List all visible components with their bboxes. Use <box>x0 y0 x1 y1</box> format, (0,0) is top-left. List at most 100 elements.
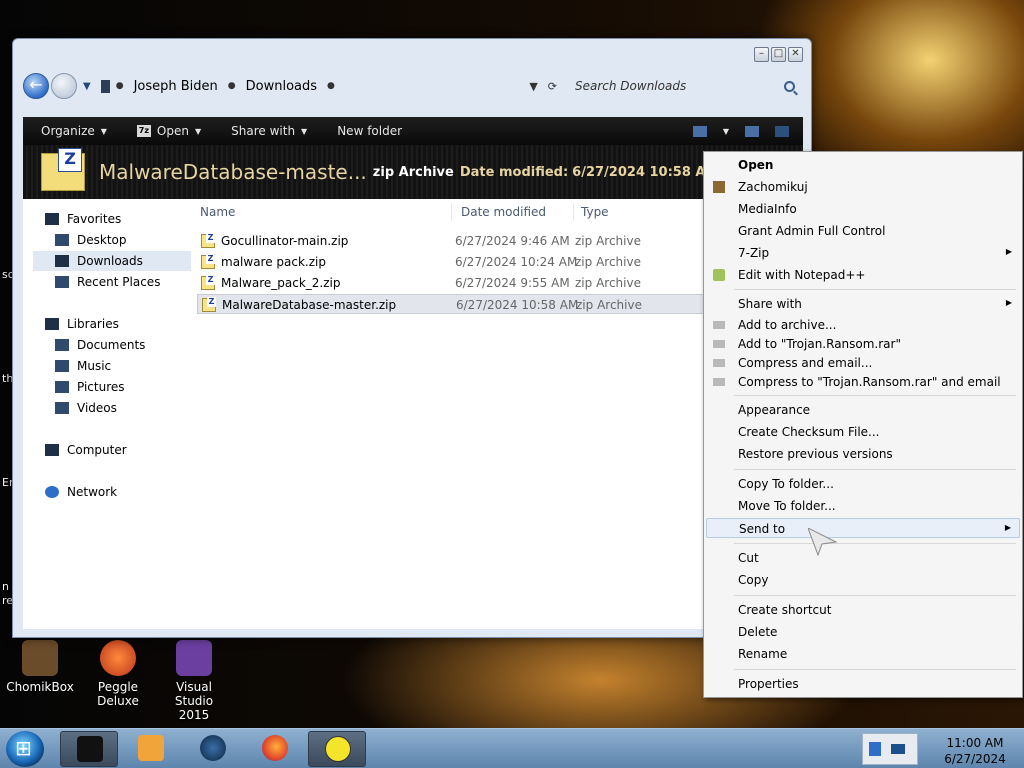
taskbar-app-smiley[interactable] <box>308 731 366 767</box>
nav-libraries[interactable]: Libraries <box>45 314 119 334</box>
menu-item-7zip[interactable]: 7-Zip ▶ <box>706 243 1020 263</box>
menu-separator <box>734 543 1016 544</box>
menu-item-properties[interactable]: Properties <box>706 674 1020 694</box>
minimize-button[interactable]: – <box>754 47 769 62</box>
new-folder-button[interactable]: New folder <box>319 124 414 138</box>
back-button[interactable]: ← <box>23 73 49 99</box>
notification-tray[interactable] <box>862 733 918 765</box>
breadcrumb-separator-icon[interactable]: ● <box>327 81 335 91</box>
preview-pane-icon[interactable] <box>745 125 759 137</box>
start-button[interactable] <box>6 731 44 767</box>
menu-item-open[interactable]: Open <box>706 155 1020 175</box>
nav-downloads[interactable]: Downloads <box>33 251 191 271</box>
menu-item-mediainfo[interactable]: MediaInfo <box>706 199 1020 219</box>
tray-app-icon[interactable] <box>869 742 881 756</box>
nav-computer[interactable]: Computer <box>45 440 127 460</box>
menu-item-restore-versions[interactable]: Restore previous versions <box>706 444 1020 464</box>
chevron-down-icon: ▼ <box>301 126 308 136</box>
nav-pictures[interactable]: Pictures <box>55 377 125 397</box>
open-button[interactable]: 7z Open ▼ <box>119 124 213 138</box>
desktop-icon-label: ChomikBox <box>6 680 74 694</box>
menu-item-copy[interactable]: Copy <box>706 570 1020 590</box>
taskbar-app-globe[interactable] <box>184 731 242 767</box>
menu-item-notepadpp[interactable]: Edit with Notepad++ <box>706 265 1020 285</box>
selected-file-name: MalwareDatabase-maste... <box>99 160 367 184</box>
breadcrumb-separator-icon[interactable]: ● <box>228 81 236 91</box>
nav-documents[interactable]: Documents <box>55 335 145 355</box>
nav-videos[interactable]: Videos <box>55 398 117 418</box>
zip-file-icon <box>201 233 215 248</box>
visual-studio-icon <box>176 640 212 676</box>
menu-item-appearance[interactable]: Appearance <box>706 400 1020 420</box>
nav-desktop[interactable]: Desktop <box>55 230 127 250</box>
column-header-type[interactable]: Type <box>581 205 609 223</box>
location-icon <box>100 79 110 93</box>
address-tools: ▼ ⟳ <box>529 80 557 93</box>
music-icon <box>55 360 69 372</box>
organize-button[interactable]: Organize ▼ <box>23 124 119 138</box>
clock-time: 11:00 AM <box>946 736 1004 750</box>
breadcrumb-separator-icon[interactable]: ● <box>116 81 124 91</box>
address-bar[interactable]: ● Joseph Biden ● Downloads ● <box>95 73 530 99</box>
change-view-icon[interactable] <box>692 125 707 137</box>
column-separator[interactable] <box>451 203 452 221</box>
address-dropdown-icon[interactable]: ▼ <box>529 80 537 93</box>
recent-pages-chevron-icon[interactable]: ▼ <box>83 81 91 92</box>
menu-item-cut[interactable]: Cut <box>706 548 1020 568</box>
help-icon[interactable] <box>775 125 789 137</box>
nav-music[interactable]: Music <box>55 356 111 376</box>
maximize-button[interactable]: □ <box>771 47 786 62</box>
menu-item-rename[interactable]: Rename <box>706 644 1020 664</box>
refresh-icon[interactable]: ⟳ <box>548 80 557 93</box>
nav-label: Network <box>67 485 118 499</box>
menu-item-add-to-archive[interactable]: Add to archive... <box>706 315 1020 335</box>
nav-recent-places[interactable]: Recent Places <box>55 272 160 292</box>
system-clock[interactable]: 11:00 AM 6/27/2024 <box>930 735 1020 767</box>
share-with-button[interactable]: Share with ▼ <box>213 124 319 138</box>
menu-item-share-with[interactable]: Share with ▶ <box>706 294 1020 314</box>
smiley-icon <box>325 736 351 762</box>
search-icon[interactable] <box>784 80 795 92</box>
taskbar-app-explorer[interactable] <box>60 731 118 767</box>
breadcrumb-downloads[interactable]: Downloads <box>246 79 317 94</box>
submenu-arrow-icon: ▶ <box>1004 523 1011 532</box>
column-separator[interactable] <box>573 203 574 221</box>
nav-favorites[interactable]: Favorites <box>45 209 121 229</box>
menu-item-move-to-folder[interactable]: Move To folder... <box>706 496 1020 516</box>
menu-item-copy-to-folder[interactable]: Copy To folder... <box>706 474 1020 494</box>
desktop-icon-visual-studio[interactable]: Visual Studio 2015 <box>158 640 230 722</box>
column-header-date[interactable]: Date modified <box>461 205 546 223</box>
desktop-icon-peggle[interactable]: Peggle Deluxe <box>82 640 154 708</box>
taskbar-app-media-player[interactable] <box>122 731 180 767</box>
7zip-icon: 7z <box>136 125 151 137</box>
menu-item-send-to[interactable]: Send to ▶ <box>706 518 1020 538</box>
menu-item-compress-trojan-email[interactable]: Compress to "Trojan.Ransom.rar" and emai… <box>706 372 1020 392</box>
file-name: Malware_pack_2.zip <box>221 276 341 290</box>
chevron-down-icon[interactable]: ▼ <box>723 127 729 136</box>
menu-item-grant-admin[interactable]: Grant Admin Full Control <box>706 221 1020 241</box>
menu-item-zachomikuj[interactable]: Zachomikuj <box>706 177 1020 197</box>
menu-item-checksum[interactable]: Create Checksum File... <box>706 422 1020 442</box>
computer-icon <box>45 444 59 456</box>
forward-button[interactable] <box>51 73 77 99</box>
breadcrumb-joseph-biden[interactable]: Joseph Biden <box>134 79 218 94</box>
file-date: 6/27/2024 10:24 AM <box>455 255 578 269</box>
nav-label: Computer <box>67 443 127 457</box>
nav-network[interactable]: Network <box>45 482 117 502</box>
desktop-icon-chomikbox[interactable]: ChomikBox <box>4 640 76 694</box>
date-modified-value: 6/27/2024 10:58 AM <box>572 164 719 180</box>
taskbar-app-firefox[interactable] <box>246 731 304 767</box>
search-box[interactable]: Search Downloads <box>567 74 803 98</box>
peggle-icon <box>100 640 136 676</box>
menu-item-add-to-trojan-rar[interactable]: Add to "Trojan.Ransom.rar" <box>706 334 1020 354</box>
menu-item-delete[interactable]: Delete <box>706 622 1020 642</box>
column-header-name[interactable]: Name <box>200 205 235 223</box>
tray-window-icon[interactable] <box>891 744 905 754</box>
file-name: Gocullinator-main.zip <box>221 234 349 248</box>
search-input[interactable]: Search Downloads <box>575 79 686 93</box>
recent-places-icon <box>55 276 69 288</box>
menu-item-compress-email[interactable]: Compress and email... <box>706 353 1020 373</box>
menu-item-create-shortcut[interactable]: Create shortcut <box>706 600 1020 620</box>
close-button[interactable]: ✕ <box>788 47 803 62</box>
menu-label: Zachomikuj <box>738 180 808 194</box>
